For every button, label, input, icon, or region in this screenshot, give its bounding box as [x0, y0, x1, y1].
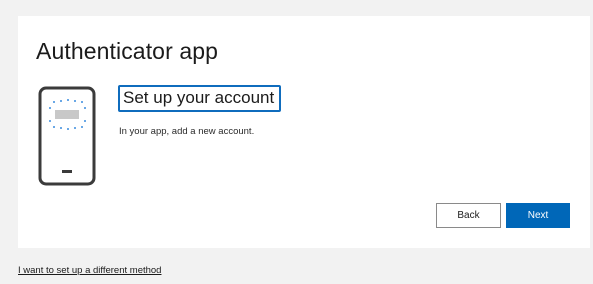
- phone-with-app-icon: [38, 86, 96, 186]
- step-description: In your app, add a new account.: [119, 126, 255, 137]
- setup-card: Authenticator app Set up your account In…: [18, 16, 590, 248]
- dialog-title: Authenticator app: [36, 38, 218, 64]
- different-method-link[interactable]: I want to set up a different method: [18, 265, 161, 276]
- next-button[interactable]: Next: [506, 203, 570, 228]
- step-heading: Set up your account: [118, 85, 282, 112]
- back-button[interactable]: Back: [436, 203, 501, 228]
